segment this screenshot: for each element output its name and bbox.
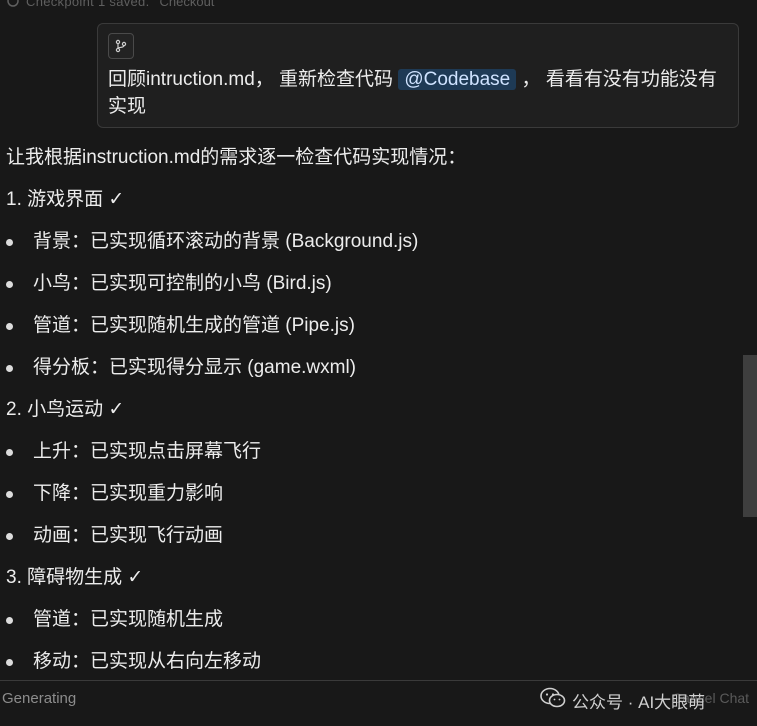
bullet-icon	[6, 365, 13, 372]
section-heading: 3. 障碍物生成 ✓	[6, 567, 144, 588]
prompt-text-before: 回顾intruction.md， 重新检查代码	[108, 69, 394, 90]
prompt-text: 回顾intruction.md， 重新检查代码 @Codebase ， 看看有没…	[108, 66, 728, 120]
bullet-icon	[6, 323, 13, 330]
bullet-icon	[6, 449, 13, 456]
generating-status: Generating	[2, 690, 77, 707]
checkout-link[interactable]: Checkout	[160, 0, 215, 9]
bullet-icon	[6, 239, 13, 246]
prompt-text-line2: 实现	[108, 96, 147, 117]
prompt-text-after: ， 看看有没有功能没有	[521, 69, 717, 90]
scrollbar-thumb[interactable]	[743, 355, 757, 517]
watermark: 公众号 · AI大眼萌	[540, 685, 705, 715]
bullet-icon	[6, 659, 13, 666]
response-intro: 让我根据instruction.md的需求逐一检查代码实现情况：	[6, 147, 467, 168]
bullet-icon	[6, 281, 13, 288]
checkpoint-icon	[6, 0, 20, 8]
bullet-icon	[6, 491, 13, 498]
section-heading: 2. 小鸟运动 ✓	[6, 399, 125, 420]
wechat-icon	[540, 687, 566, 714]
section-heading: 1. 游戏界面 ✓	[6, 189, 125, 210]
checkpoint-label: Checkpoint 1 saved.	[26, 0, 150, 9]
codebase-mention[interactable]: @Codebase	[398, 69, 517, 90]
status-bar: Generating Cancel Chat 公众号 · AI大眼萌	[0, 680, 757, 726]
watermark-text: 公众号 · AI大眼萌	[572, 692, 706, 712]
checkpoint-bar: Checkpoint 1 saved. Checkout	[0, 0, 757, 10]
branch-icon[interactable]	[108, 33, 134, 59]
bullet-icon	[6, 533, 13, 540]
bullet-icon	[6, 617, 13, 624]
user-prompt-box[interactable]: 回顾intruction.md， 重新检查代码 @Codebase ， 看看有没…	[97, 23, 739, 128]
scrollbar[interactable]	[743, 0, 757, 680]
